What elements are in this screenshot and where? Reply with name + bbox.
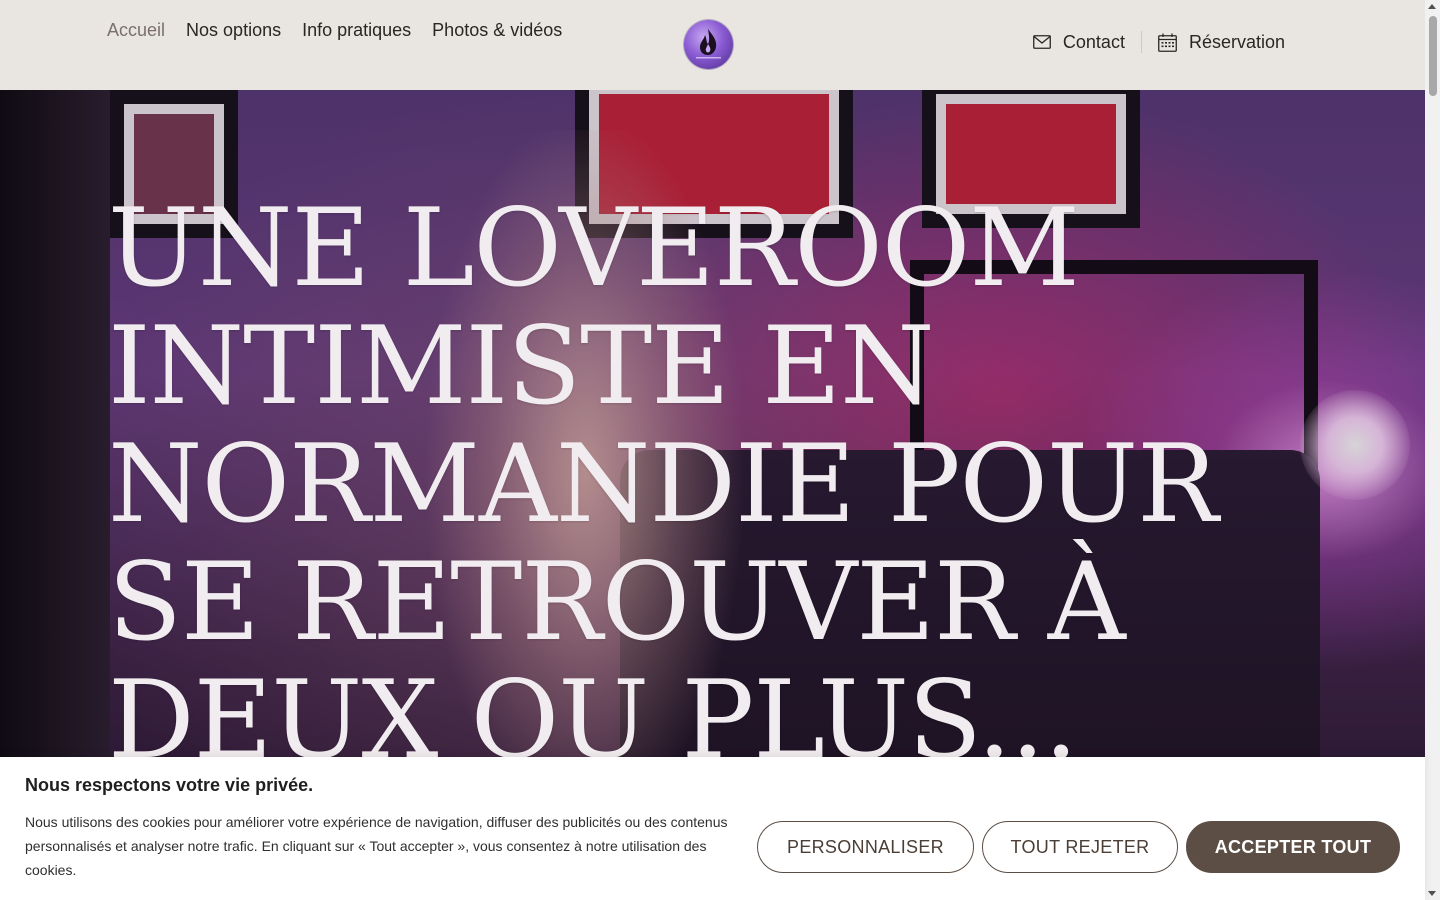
cookie-title: Nous respectons votre vie privée.	[25, 775, 314, 795]
main-nav: Accueil Nos options Info pratiques Photo…	[107, 20, 562, 41]
page: Accueil Nos options Info pratiques Photo…	[0, 0, 1440, 900]
nav-link-nos-options[interactable]: Nos options	[186, 20, 281, 41]
header-actions: Contact Réservation	[1033, 31, 1285, 53]
reservation-link[interactable]: Réservation	[1158, 32, 1285, 53]
cookie-text: Nous utilisons des cookies pour améliore…	[25, 814, 728, 878]
flame-logo-icon	[696, 29, 721, 59]
cookie-banner: Nous respectons votre vie privée. Nous u…	[0, 757, 1425, 900]
page-scrollbar[interactable]	[1425, 0, 1440, 900]
nav-link-accueil[interactable]: Accueil	[107, 20, 165, 41]
mail-icon	[1033, 35, 1051, 49]
scroll-up-arrow-icon[interactable]	[1428, 4, 1436, 9]
contact-link[interactable]: Contact	[1033, 32, 1125, 53]
reservation-label: Réservation	[1188, 31, 1285, 52]
nav-link-info-pratiques[interactable]: Info pratiques	[302, 20, 411, 41]
accept-all-button[interactable]: ACCEPTER TOUT	[1186, 821, 1400, 873]
nav-link-photos-videos[interactable]: Photos & vidéos	[432, 20, 562, 41]
scroll-down-arrow-icon[interactable]	[1428, 891, 1436, 896]
calendar-icon	[1158, 33, 1177, 52]
nav-divider	[1140, 31, 1142, 53]
site-header: Accueil Nos options Info pratiques Photo…	[0, 0, 1425, 90]
contact-label: Contact	[1062, 31, 1125, 52]
scrollbar-thumb[interactable]	[1429, 16, 1437, 96]
site-logo[interactable]	[684, 20, 733, 69]
customize-button[interactable]: PERSONNALISER	[757, 821, 974, 873]
reject-all-button[interactable]: TOUT REJETER	[982, 821, 1178, 873]
hero-title: Une loveroom intimiste en Normandie pour…	[108, 186, 1218, 783]
